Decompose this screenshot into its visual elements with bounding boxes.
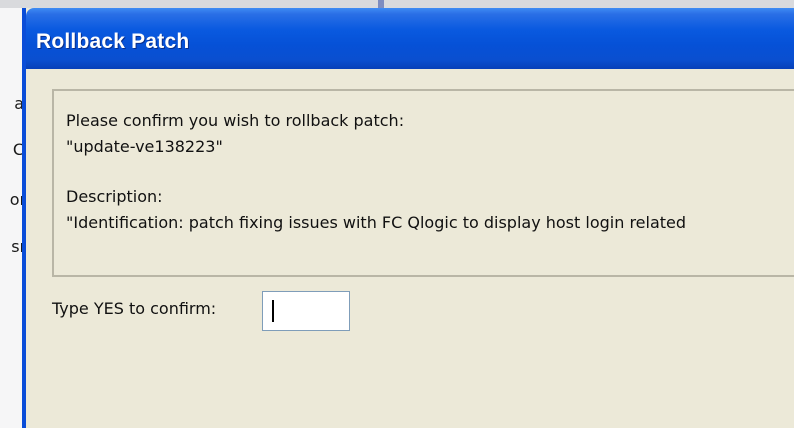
screen: a C oı sı Rollback Patch Please confirm … <box>0 0 794 428</box>
confirmation-message-panel: Please confirm you wish to rollback patc… <box>52 89 794 277</box>
confirm-input[interactable] <box>262 291 350 331</box>
background-partial-label: a <box>14 94 24 113</box>
rollback-patch-dialog: Rollback Patch Please confirm you wish t… <box>22 8 794 428</box>
confirm-prompt-text: Please confirm you wish to rollback patc… <box>66 111 405 130</box>
confirm-label: Type YES to confirm: <box>52 299 217 318</box>
dialog-title: Rollback Patch <box>36 30 190 53</box>
text-caret <box>272 300 274 322</box>
patch-name-text: "update-ve138223" <box>66 137 223 156</box>
dialog-title-bar[interactable]: Rollback Patch <box>26 8 794 69</box>
description-label: Description: <box>66 187 163 206</box>
background-top-bar <box>0 0 794 8</box>
dialog-client-area: Please confirm you wish to rollback patc… <box>26 69 794 428</box>
background-partial-label: sı <box>11 237 24 256</box>
description-text: "Identification: patch fixing issues wit… <box>66 213 687 232</box>
background-partial-label: oı <box>9 190 24 209</box>
background-partial-label: C <box>12 140 24 159</box>
